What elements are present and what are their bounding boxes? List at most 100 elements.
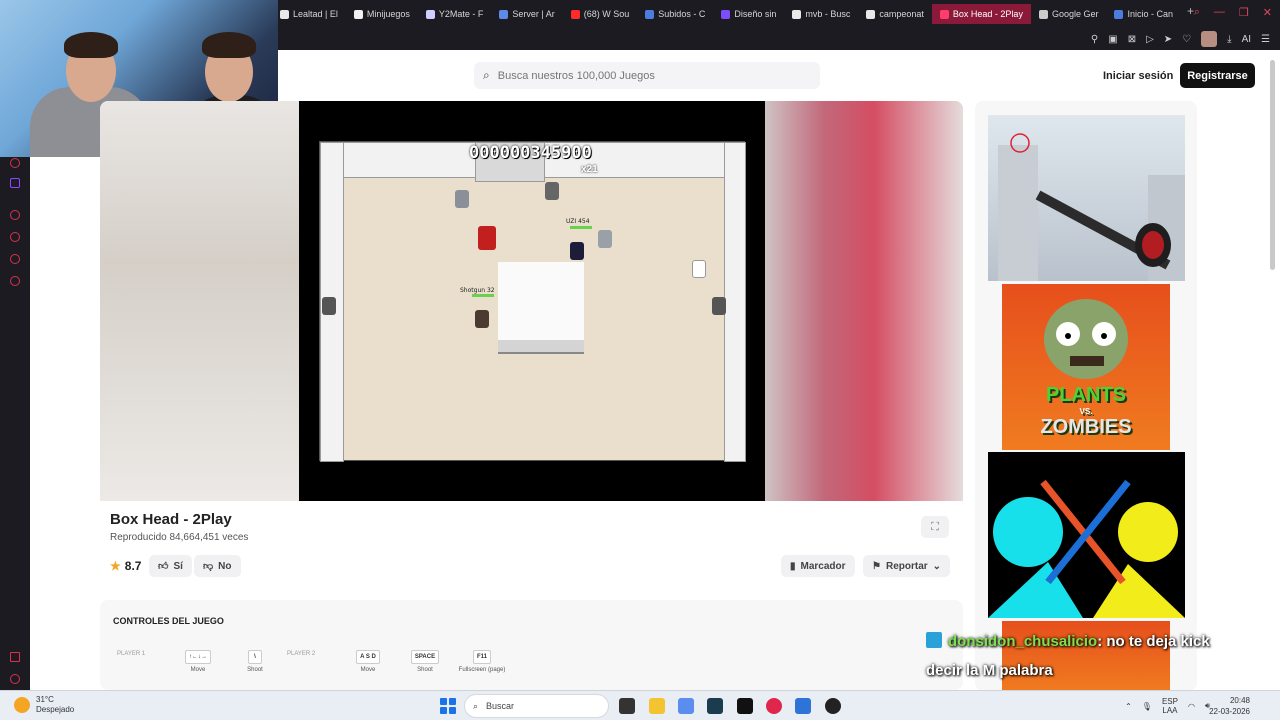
- tab-favicon-icon: [721, 9, 731, 19]
- browser-tab[interactable]: (68) W Sou: [563, 4, 638, 24]
- ad-plants-vs-zombies[interactable]: PLANTS VS. ZOMBIES: [1002, 284, 1170, 450]
- thumbs-up-icon: 👍︎: [158, 561, 169, 572]
- ai-button[interactable]: AI: [1242, 34, 1251, 45]
- page-scrollbar[interactable]: [1270, 60, 1275, 270]
- tab-favicon-icon: [280, 9, 289, 19]
- unit-label-shotgun: Shotgun 32: [460, 287, 495, 294]
- tab-label: Google Ger: [1051, 9, 1099, 19]
- browser-tab[interactable]: Diseño sin: [713, 4, 784, 24]
- profile-avatar[interactable]: [1201, 31, 1218, 47]
- browser-tab[interactable]: Server | Ar: [491, 4, 562, 24]
- vpn-icon[interactable]: ⊠: [1128, 34, 1136, 45]
- pvz-title-top: PLANTS: [1046, 384, 1126, 406]
- ad-stickman-game[interactable]: [988, 452, 1185, 618]
- weather-widget[interactable]: 31°C Despejado: [14, 695, 74, 715]
- epic-games-icon[interactable]: [737, 698, 753, 714]
- game-backdrop-left: [100, 101, 299, 501]
- report-label: Reportar: [885, 560, 928, 572]
- microphone-icon[interactable]: 🎙︎: [1142, 702, 1152, 711]
- search-bar[interactable]: ⌕: [474, 62, 820, 89]
- search-input[interactable]: [497, 69, 798, 82]
- like-button[interactable]: 👍︎ Sí: [149, 555, 192, 577]
- search-tabs-icon[interactable]: ⌕: [1194, 6, 1200, 19]
- browser-tab[interactable]: Minijuegos: [346, 4, 418, 24]
- bookmark-icon: ▮: [790, 560, 796, 572]
- player2-unit: [598, 230, 612, 248]
- app-icon[interactable]: [707, 698, 723, 714]
- tab-favicon-icon: [645, 9, 655, 19]
- game-controls-panel: CONTROLES DEL JUEGO PLAYER 1 ↑←↓→ Move \…: [100, 600, 963, 690]
- sniper-rifle-icon: [998, 133, 1185, 281]
- fullscreen-button[interactable]: ⛶: [921, 516, 949, 538]
- browser-tab[interactable]: Google Ger: [1031, 4, 1107, 24]
- turret-unit: [712, 297, 726, 315]
- zombie-unit: [545, 182, 559, 200]
- snapshot-icon[interactable]: ▣: [1108, 34, 1117, 45]
- maximize-icon[interactable]: ❐: [1239, 6, 1249, 19]
- close-icon[interactable]: ✕: [1263, 6, 1272, 19]
- pvz-title-bottom: ZOMBIES: [1040, 416, 1132, 438]
- extensions-icon[interactable]: [10, 254, 20, 264]
- star-icon: ★: [110, 559, 121, 573]
- clock[interactable]: 20:48 22-03-2026: [1209, 695, 1250, 717]
- barrel-unit: [692, 260, 706, 278]
- more-icon[interactable]: [10, 674, 20, 684]
- browser-tab[interactable]: mvb - Busc: [784, 4, 858, 24]
- pin-icon[interactable]: ⚲: [1091, 34, 1098, 45]
- bookmark-button[interactable]: ▮ Marcador: [781, 555, 855, 577]
- obs-icon[interactable]: [825, 698, 841, 714]
- unit-label-uzi: UZI 454: [566, 218, 590, 225]
- browser-tab[interactable]: Y2Mate - F: [418, 4, 492, 24]
- devil-unit: [478, 226, 496, 250]
- shotgun-unit: [475, 310, 489, 328]
- player1-label: PLAYER 1: [117, 651, 146, 657]
- game-backdrop-right: [765, 101, 963, 501]
- register-button[interactable]: Registrarse: [1180, 63, 1255, 88]
- control-key: SPACE: [410, 650, 440, 664]
- game-arena: UZI 454 Shotgun 32: [319, 141, 746, 462]
- file-explorer-icon[interactable]: [649, 698, 665, 714]
- browser-tab[interactable]: Subidos - C: [637, 4, 713, 24]
- search-icon: ⌕: [483, 68, 490, 82]
- twitch-icon[interactable]: [10, 178, 20, 188]
- wifi-icon[interactable]: ◠: [1188, 702, 1195, 711]
- tab-favicon-icon: [866, 9, 876, 19]
- vscode-icon[interactable]: [795, 698, 811, 714]
- toolbar-icons: ⚲ ▣ ⊠ ▷ ➤ ♡ ⤓ AI ☰: [1091, 31, 1270, 47]
- language-indicator[interactable]: ESP LAA: [1162, 697, 1178, 715]
- login-link[interactable]: Iniciar sesión: [1103, 70, 1173, 82]
- gx-control-icon[interactable]: [10, 652, 20, 662]
- taskbar-search[interactable]: ⌕ Buscar: [464, 694, 609, 718]
- gx-icon[interactable]: [10, 158, 20, 168]
- settings-icon[interactable]: [10, 276, 20, 286]
- heart-icon[interactable]: ♡: [1182, 34, 1191, 45]
- browser-tab[interactable]: campeonat: [858, 4, 932, 24]
- weather-temp: 31°C: [36, 695, 54, 704]
- streamer-right-hair: [202, 32, 256, 58]
- copilot-icon[interactable]: [678, 698, 694, 714]
- game-canvas[interactable]: UZI 454 Shotgun 32 000000345900 x21: [299, 101, 765, 501]
- browser-tab[interactable]: Box Head - 2Play: [931, 4, 1031, 24]
- zombie-unit: [455, 190, 469, 208]
- start-button[interactable]: [440, 698, 456, 714]
- game-score: 000000345900: [469, 143, 592, 163]
- opera-gx-icon[interactable]: [766, 698, 782, 714]
- menu-icon[interactable]: ☰: [1261, 34, 1270, 45]
- player-sidebar-icon[interactable]: [10, 210, 20, 220]
- windows-logo-icon: [440, 698, 447, 705]
- task-view-icon[interactable]: [619, 698, 635, 714]
- language-layout: LAA: [1162, 706, 1178, 715]
- browser-tab[interactable]: Inicio - Can: [1106, 4, 1181, 24]
- dislike-button[interactable]: 👎︎ No: [194, 555, 241, 577]
- ad-sniper-game[interactable]: [988, 115, 1185, 281]
- browser-tab[interactable]: Lealtad | El: [272, 4, 346, 24]
- minimize-icon[interactable]: —: [1214, 6, 1225, 19]
- send-icon[interactable]: ➤: [1164, 34, 1172, 45]
- player-icon[interactable]: ▷: [1146, 34, 1154, 45]
- chevron-up-icon[interactable]: ⌃: [1125, 702, 1132, 711]
- thumbs-down-icon: 👎︎: [203, 561, 214, 572]
- control-key: F11: [472, 650, 491, 664]
- download-icon[interactable]: ⤓: [1227, 34, 1231, 45]
- report-button[interactable]: ⚑ Reportar ⌄: [863, 555, 951, 577]
- history-icon[interactable]: [10, 232, 20, 242]
